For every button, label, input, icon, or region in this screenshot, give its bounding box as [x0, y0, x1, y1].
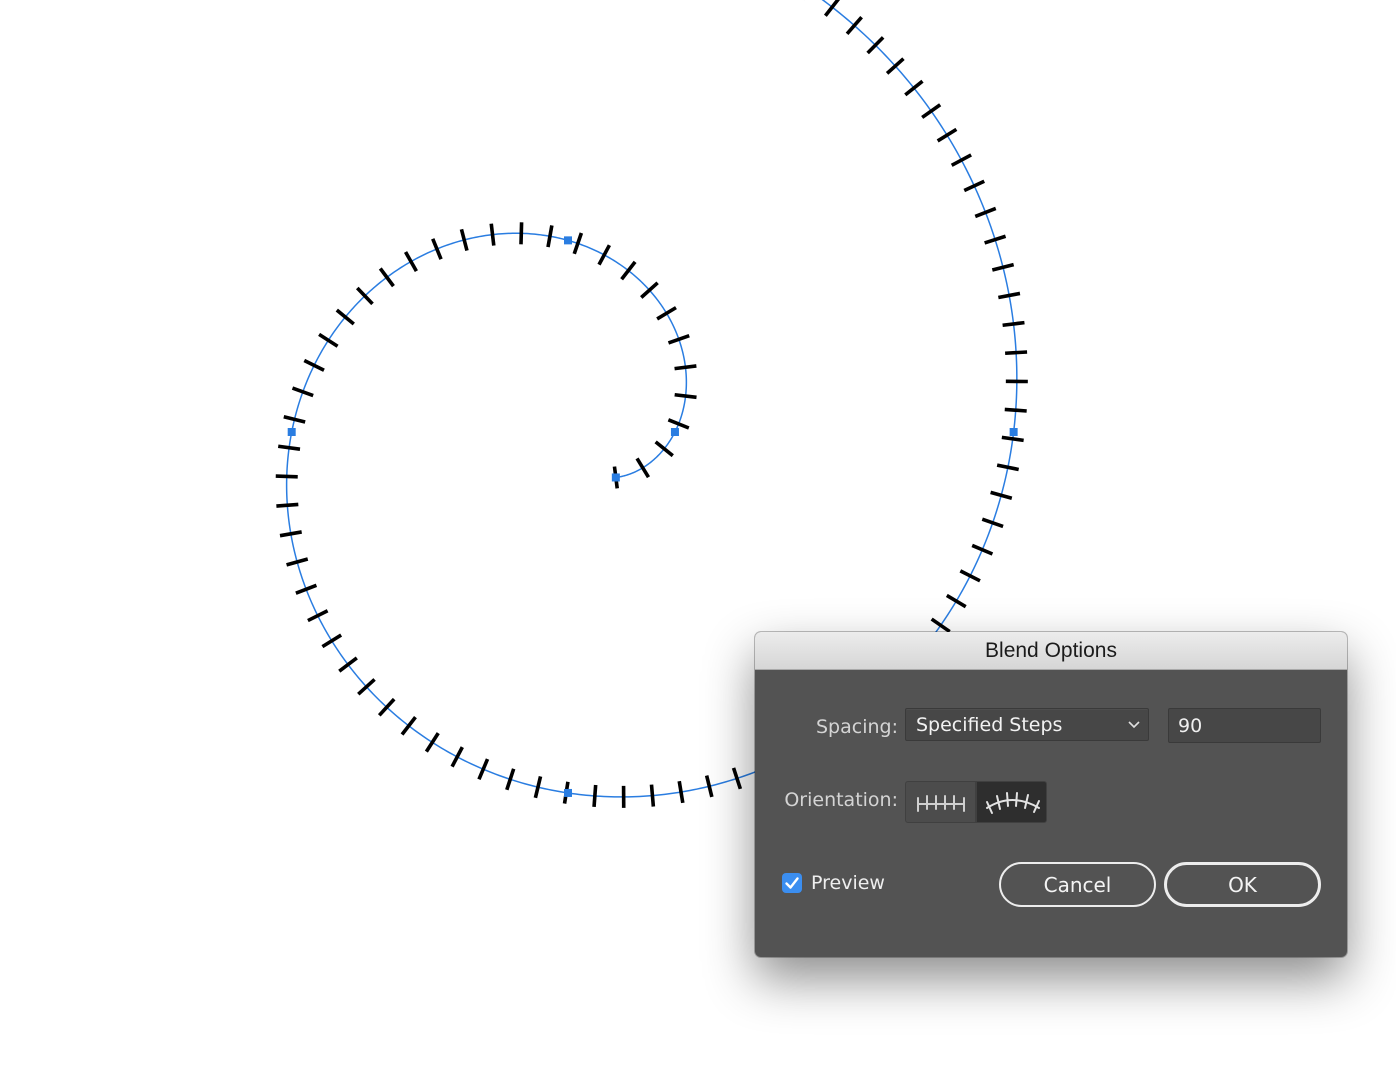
- chevron-down-icon: [1128, 721, 1140, 729]
- preview-checkbox[interactable]: [782, 873, 802, 893]
- blend-step-mark: [489, 223, 496, 246]
- blend-step-mark: [823, 0, 840, 17]
- align-to-path-icon: [986, 792, 1040, 814]
- spacing-selected-value: Specified Steps: [916, 714, 1063, 736]
- blend-step-mark: [998, 291, 1021, 300]
- blend-step-mark: [318, 332, 339, 348]
- blend-step-mark: [533, 776, 543, 799]
- blend-step-mark: [276, 502, 299, 508]
- blend-step-mark: [400, 715, 417, 736]
- blend-step-mark: [321, 633, 343, 649]
- orientation-label: Orientation:: [784, 789, 898, 811]
- blend-step-mark: [1002, 320, 1025, 328]
- blend-step-mark: [335, 308, 355, 326]
- blend-step-mark: [996, 463, 1020, 472]
- steps-input-value: 90: [1178, 715, 1203, 737]
- blend-step-mark: [950, 153, 972, 167]
- blend-step-mark: [620, 260, 637, 281]
- blend-step-mark: [597, 244, 611, 266]
- align-to-path-button[interactable]: [976, 781, 1047, 823]
- blend-step-mark: [674, 392, 697, 400]
- blend-step-mark: [1004, 407, 1027, 413]
- blend-step-mark: [974, 206, 997, 219]
- dialog-titlebar[interactable]: Blend Options: [755, 632, 1347, 670]
- blend-step-mark: [945, 593, 967, 609]
- blend-step-mark: [277, 444, 301, 451]
- checkmark-icon: [785, 877, 799, 889]
- anchor-point[interactable]: [670, 428, 679, 436]
- blend-step-mark: [283, 415, 306, 424]
- spacing-dropdown[interactable]: Specified Steps: [905, 708, 1149, 741]
- blend-step-mark: [667, 333, 690, 345]
- blend-step-mark: [963, 179, 985, 193]
- blend-step-mark: [635, 457, 651, 479]
- blend-step-mark: [546, 225, 554, 248]
- cancel-button[interactable]: Cancel: [999, 862, 1156, 907]
- blend-step-mark: [424, 732, 440, 753]
- blend-step-mark: [519, 222, 524, 245]
- blend-step-mark: [654, 440, 674, 458]
- blend-step-mark: [450, 746, 464, 768]
- blend-step-mark: [921, 103, 942, 119]
- blend-step-mark: [904, 79, 924, 97]
- preview-label[interactable]: Preview: [811, 872, 885, 894]
- blend-step-mark: [431, 238, 443, 260]
- blend-step-mark: [845, 16, 863, 35]
- blend-step-mark: [592, 784, 598, 808]
- anchor-point[interactable]: [564, 788, 572, 797]
- anchor-point[interactable]: [564, 236, 572, 245]
- blend-step-mark: [307, 609, 329, 623]
- blend-step-mark: [572, 232, 584, 255]
- blend-step-mark: [959, 569, 981, 583]
- blend-step-mark: [667, 418, 690, 430]
- blend-step-mark: [677, 780, 685, 804]
- align-to-page-icon: [917, 795, 965, 812]
- blend-step-mark: [1005, 350, 1028, 356]
- blend-step-mark: [295, 583, 318, 595]
- blend-step-mark: [936, 127, 958, 143]
- ok-button[interactable]: OK: [1164, 862, 1321, 907]
- blend-options-dialog: Blend Options Spacing: Specified Steps 9…: [755, 632, 1347, 957]
- blend-step-mark: [303, 358, 325, 372]
- blend-step-mark: [279, 530, 302, 538]
- align-to-page-button[interactable]: [905, 781, 976, 823]
- blend-step-mark: [674, 364, 697, 371]
- spacing-label: Spacing:: [816, 716, 898, 738]
- blend-step-mark: [704, 775, 714, 798]
- blend-step-mark: [338, 656, 358, 673]
- blend-step-mark: [275, 474, 298, 479]
- blend-step-mark: [981, 517, 1004, 529]
- blend-step-mark: [885, 57, 905, 75]
- blend-step-mark: [291, 386, 314, 398]
- blend-step-mark: [1001, 435, 1024, 443]
- blend-step-mark: [656, 306, 677, 321]
- anchor-point[interactable]: [611, 473, 620, 482]
- blend-step-mark: [649, 784, 656, 807]
- blend-step-mark: [403, 251, 418, 273]
- blend-step-mark: [477, 758, 490, 781]
- anchor-point[interactable]: [1009, 428, 1018, 436]
- blend-step-mark: [930, 617, 951, 634]
- steps-input[interactable]: 90: [1168, 708, 1321, 743]
- blend-step-mark: [378, 267, 395, 288]
- dialog-title: Blend Options: [985, 638, 1117, 662]
- blend-step-mark: [971, 543, 994, 556]
- anchor-point[interactable]: [287, 428, 296, 436]
